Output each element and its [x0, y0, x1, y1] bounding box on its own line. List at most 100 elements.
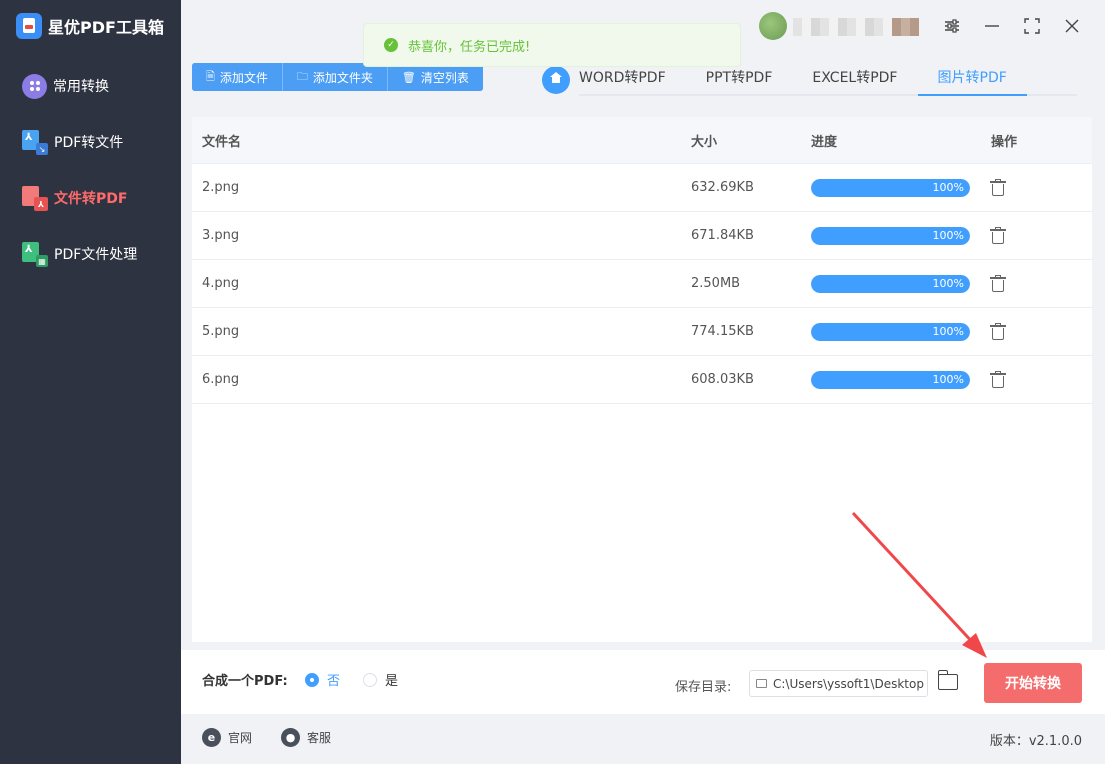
delete-icon[interactable]	[990, 274, 1006, 292]
progress-bar: 100%	[811, 274, 970, 293]
browse-folder-icon[interactable]	[937, 670, 958, 690]
sidebar-item-label: PDF转文件	[54, 135, 124, 151]
blurred-username	[793, 18, 919, 36]
radio-yes-circle	[363, 672, 377, 687]
sidebar-item-label: 文件转PDF	[54, 191, 128, 207]
chat-bubble-icon: ●	[281, 728, 300, 747]
app-title: 星优PDF工具箱	[16, 12, 164, 40]
file-size: 2.50MB	[691, 276, 741, 291]
add-file-label: 添加文件	[219, 70, 268, 85]
website-label: 官网	[228, 731, 253, 745]
table-body: 2.png 632.69KB 100% 3.png 671.84KB 100% 4.png 2…	[192, 164, 1092, 404]
sidebar-item-file-to-pdf[interactable]: ⅄ 文件转PDF	[22, 185, 127, 211]
file-icon: 🗎	[206, 69, 215, 83]
add-file-button[interactable]: 🗎 添加文件	[192, 63, 283, 91]
tab-image-to-pdf[interactable]: 图片转PDF	[917, 60, 1027, 96]
version-text: 版本：v2.1.0.0	[989, 734, 1082, 749]
delete-icon[interactable]	[990, 370, 1006, 388]
table-row: 5.png 774.15KB 100%	[192, 308, 1092, 356]
action-cell	[990, 226, 1091, 244]
save-dir-value: C:\Users\yssoft1\Desktop	[773, 676, 924, 691]
trash-icon: 🗑	[401, 70, 416, 84]
app-title-text: 星优PDF工具箱	[48, 18, 164, 37]
save-dir-input[interactable]: C:\Users\yssoft1\Desktop	[749, 670, 928, 697]
success-toast: ✓ 恭喜你，任务已完成!	[363, 23, 741, 67]
action-cell	[990, 370, 1091, 388]
pdf-process-icon: ⅄ ▦	[22, 241, 48, 267]
progress-label: 100%	[932, 180, 964, 194]
file-name: 4.png	[202, 276, 240, 291]
minimize-icon[interactable]	[980, 14, 1004, 38]
app-logo-icon	[16, 13, 42, 39]
sidebar-item-label: PDF文件处理	[54, 247, 138, 263]
file-size: 774.15KB	[691, 324, 754, 339]
tab-excel-to-pdf[interactable]: EXCEL转PDF	[792, 60, 917, 94]
radio-yes-label: 是	[385, 674, 399, 689]
progress-bar: 100%	[811, 226, 970, 245]
ie-globe-icon: e	[202, 728, 221, 747]
file-name: 3.png	[202, 228, 240, 243]
sidebar-item-common[interactable]: 常用转换	[22, 73, 109, 99]
action-cell	[990, 274, 1091, 292]
bottom-bar: 合成一个PDF: 否 是 保存目录: C:\Users\yssoft1\Desk…	[181, 650, 1105, 714]
sidebar-item-label: 常用转换	[53, 79, 109, 95]
delete-icon[interactable]	[990, 322, 1006, 340]
table-row: 2.png 632.69KB 100%	[192, 164, 1092, 212]
header-progress: 进度	[811, 134, 838, 150]
avatar[interactable]	[759, 12, 787, 40]
progress-cell: 100%	[811, 226, 991, 245]
merge-pdf-label: 合成一个PDF:	[202, 674, 288, 689]
add-folder-button[interactable]: 🗀 添加文件夹	[282, 63, 388, 91]
progress-bar: 100%	[811, 370, 970, 389]
file-table: 文件名 大小 进度 操作 2.png 632.69KB 100% 3.png 671.8…	[192, 117, 1092, 642]
support-link[interactable]: ● 客服	[281, 728, 331, 747]
home-icon	[550, 71, 562, 85]
file-size: 671.84KB	[691, 228, 754, 243]
table-row: 3.png 671.84KB 100%	[192, 212, 1092, 260]
add-folder-label: 添加文件夹	[312, 70, 373, 85]
progress-label: 100%	[932, 276, 964, 290]
toast-message: 恭喜你，任务已完成!	[408, 39, 531, 55]
progress-cell: 100%	[811, 322, 991, 341]
progress-bar: 100%	[811, 322, 970, 341]
merge-option-no[interactable]: 否	[305, 670, 340, 689]
settings-sliders-icon[interactable]	[940, 14, 964, 38]
file-name: 6.png	[202, 372, 240, 387]
sidebar: 星优PDF工具箱 常用转换 ⅄ ↘ PDF转文件 ⅄ 文件转PDF ⅄ ▦ PD…	[0, 0, 181, 764]
save-dir-label: 保存目录:	[675, 680, 732, 695]
close-icon[interactable]	[1060, 14, 1084, 38]
grid-circle-icon	[22, 73, 47, 99]
delete-icon[interactable]	[990, 178, 1006, 196]
start-convert-button[interactable]: 开始转换	[984, 663, 1082, 703]
website-link[interactable]: e 官网	[202, 728, 252, 747]
header-filename: 文件名	[202, 134, 242, 150]
file-name: 2.png	[202, 180, 240, 195]
progress-cell: 100%	[811, 370, 991, 389]
check-circle-icon: ✓	[384, 38, 398, 52]
radio-no-label: 否	[327, 674, 341, 689]
progress-label: 100%	[932, 228, 964, 242]
table-row: 6.png 608.03KB 100%	[192, 356, 1092, 404]
sidebar-item-pdf-process[interactable]: ⅄ ▦ PDF文件处理	[22, 241, 137, 267]
progress-cell: 100%	[811, 274, 991, 293]
main-area: 🗎 添加文件 🗀 添加文件夹 🗑 清空列表 WORD转PDF PPT转PDF E…	[181, 0, 1105, 764]
delete-icon[interactable]	[990, 226, 1006, 244]
folder-icon: 🗀	[296, 69, 308, 83]
clear-list-label: 清空列表	[420, 70, 469, 85]
clear-list-button[interactable]: 🗑 清空列表	[387, 63, 483, 91]
file-to-pdf-icon: ⅄	[22, 185, 48, 211]
sidebar-item-pdf-to-file[interactable]: ⅄ ↘ PDF转文件	[22, 129, 123, 155]
footer: e 官网 ● 客服 版本：v2.1.0.0	[181, 714, 1105, 764]
window-header	[759, 0, 1105, 52]
support-label: 客服	[307, 731, 332, 745]
home-button[interactable]	[542, 66, 570, 94]
table-header: 文件名 大小 进度 操作	[192, 117, 1092, 164]
progress-bar: 100%	[811, 178, 970, 197]
maximize-icon[interactable]	[1020, 14, 1044, 38]
merge-option-yes[interactable]: 是	[363, 670, 398, 689]
progress-label: 100%	[932, 324, 964, 338]
toolbar: 🗎 添加文件 🗀 添加文件夹 🗑 清空列表	[192, 63, 483, 91]
action-cell	[990, 322, 1091, 340]
folder-icon	[756, 679, 767, 688]
file-name: 5.png	[202, 324, 240, 339]
